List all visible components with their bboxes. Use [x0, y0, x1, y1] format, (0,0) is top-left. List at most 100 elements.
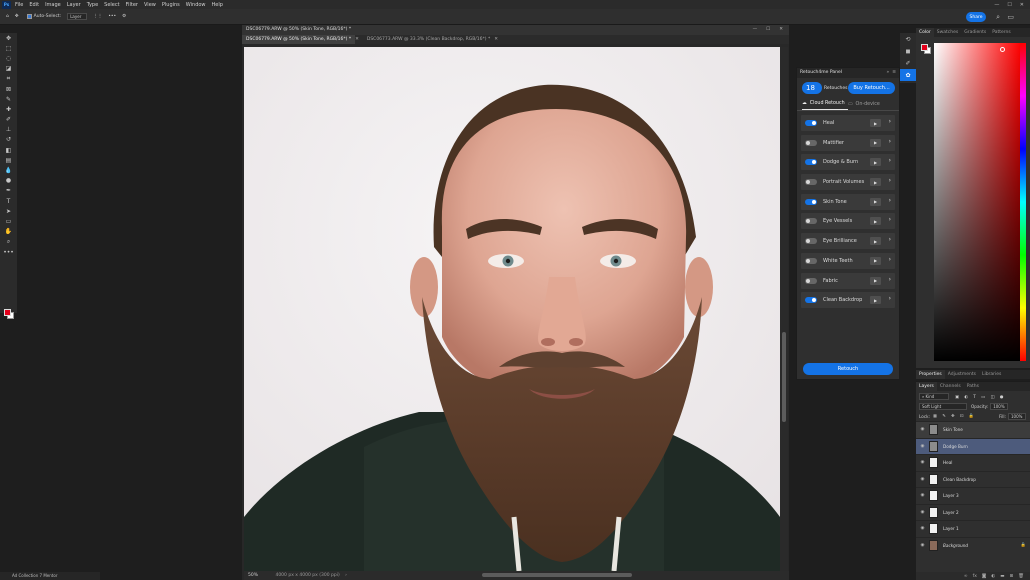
menu-edit[interactable]: Edit — [29, 2, 39, 8]
retouch-toggle[interactable] — [805, 179, 817, 186]
layer-row[interactable]: ◉ Layer 2 — [916, 503, 1030, 521]
tab-dsc06779[interactable]: DSC06779.ARW @ 50% (Skin Tone, RGB/16*) … — [242, 35, 356, 44]
retouch-toggle[interactable] — [805, 120, 817, 126]
edit-toolbar-icon[interactable]: ••• — [0, 247, 17, 257]
menu-type[interactable]: Type — [87, 2, 98, 8]
path-select-tool-icon[interactable]: ➤ — [0, 206, 17, 216]
retouch-toggle[interactable] — [805, 139, 817, 146]
layer-row[interactable]: ◉ Clean Backdrop — [916, 470, 1030, 488]
visibility-eye-icon[interactable]: ◉ — [916, 526, 929, 531]
mask-icon[interactable]: ◙ — [982, 574, 986, 579]
zoom-level[interactable]: 50% — [248, 573, 258, 578]
play-icon[interactable]: ▶ — [870, 276, 881, 285]
tab-paths[interactable]: Paths — [964, 382, 982, 391]
auto-select-target-select[interactable]: Layer — [67, 13, 88, 20]
close-tab-icon[interactable]: ✕ — [355, 35, 359, 44]
layer-row[interactable]: ◉ Heal — [916, 454, 1030, 471]
lasso-tool-icon[interactable]: ◌ — [0, 53, 17, 63]
retouch-item-row[interactable]: Portrait Volumes ▶ › — [801, 174, 895, 191]
chevron-right-icon[interactable]: › — [889, 118, 891, 125]
play-icon[interactable]: ▶ — [870, 217, 881, 226]
retouch-toggle[interactable] — [805, 218, 817, 225]
hue-slider[interactable] — [1020, 43, 1026, 361]
chevron-right-icon[interactable]: › — [889, 216, 891, 223]
menu-help[interactable]: Help — [212, 2, 223, 8]
retouch-toggle[interactable] — [805, 159, 817, 166]
visibility-eye-icon[interactable]: ◉ — [916, 543, 929, 548]
layer-row[interactable]: ◉ Dodge Burn — [916, 437, 1030, 454]
menu-image[interactable]: Image — [45, 2, 61, 8]
retouch-item-row[interactable]: Mattifier ▶ › — [801, 134, 895, 151]
marquee-tool-icon[interactable]: ⬚ — [0, 43, 17, 53]
stamp-tool-icon[interactable]: ⊥ — [0, 125, 17, 135]
chevron-right-icon[interactable]: › — [889, 256, 891, 263]
libraries-collapsed-tab[interactable]: Ad Collection 7 Mentor — [0, 572, 100, 580]
visibility-eye-icon[interactable]: ◉ — [916, 493, 929, 498]
layer-filter-kind-select[interactable]: ⌕ Kind — [919, 392, 949, 400]
tab-dsc06773[interactable]: DSC06773.ARW @ 33.3% (Clean Backdrop, RG… — [363, 35, 494, 44]
layer-name[interactable]: Background — [943, 543, 968, 548]
play-icon[interactable]: ▶ — [870, 197, 881, 206]
tab-color[interactable]: Color — [916, 28, 934, 37]
layer-name[interactable]: Layer 1 — [943, 526, 959, 531]
frame-tool-icon[interactable]: ⊠ — [0, 84, 17, 94]
chevron-right-icon[interactable]: › — [889, 197, 891, 204]
tab-on-device[interactable]: ▭ On-device — [848, 98, 894, 110]
play-icon[interactable]: ▶ — [870, 256, 881, 265]
visibility-eye-icon[interactable]: ◉ — [916, 427, 929, 432]
tab-swatches[interactable]: Swatches — [934, 28, 962, 37]
color-swatch-icon[interactable]: ◼ — [900, 45, 916, 57]
retouch-item-row[interactable]: Eye Brilliance ▶ › — [801, 233, 895, 250]
move-tool-icon[interactable]: ✥ — [15, 14, 19, 19]
layer-name[interactable]: Clean Backdrop — [943, 477, 976, 482]
document-info[interactable]: 4000 px x 4000 px (300 ppi) — [275, 573, 339, 578]
color-picker-cursor[interactable] — [1000, 47, 1005, 52]
chevron-right-icon[interactable]: › — [889, 236, 891, 243]
menu-plugins[interactable]: Plugins — [162, 2, 180, 8]
collapse-icon[interactable]: » — [886, 68, 889, 78]
move-tool-icon[interactable]: ✥ — [0, 33, 17, 43]
tab-gradients[interactable]: Gradients — [961, 28, 989, 37]
play-icon[interactable]: ▶ — [870, 296, 881, 305]
menu-layer[interactable]: Layer — [67, 2, 81, 8]
brush-settings-icon[interactable]: ✐ — [900, 57, 916, 69]
layer-row[interactable]: ◉ Background 🔒 — [916, 536, 1030, 554]
horizontal-scroll-thumb[interactable] — [482, 573, 632, 577]
eraser-tool-icon[interactable]: ◧ — [0, 145, 17, 155]
adjustment-layer-icon[interactable]: ◐ — [991, 574, 995, 579]
retouch-item-row[interactable]: Dodge & Burn ▶ › — [801, 154, 895, 171]
tab-adjustments[interactable]: Adjustments — [945, 370, 979, 379]
retouch-item-row[interactable]: Clean Backdrop ▶ › — [801, 292, 895, 309]
visibility-eye-icon[interactable]: ◉ — [916, 444, 929, 449]
crop-tool-icon[interactable]: ⌗ — [0, 74, 17, 84]
object-select-tool-icon[interactable]: ◪ — [0, 64, 17, 74]
blur-tool-icon[interactable]: 💧 — [0, 165, 17, 175]
retouch-item-row[interactable]: Eye Vessels ▶ › — [801, 213, 895, 230]
fill-input[interactable]: 100% — [1008, 412, 1026, 420]
close-icon[interactable]: ✕ — [1020, 2, 1024, 8]
new-layer-icon[interactable]: ⊞ — [1010, 574, 1014, 579]
layer-filter-icons[interactable]: ▣ ◐ T ▭ ◫ ● — [955, 394, 1005, 399]
menu-filter[interactable]: Filter — [126, 2, 138, 8]
layer-row[interactable]: ◉ Layer 1 — [916, 520, 1030, 537]
chevron-right-icon[interactable]: › — [889, 295, 891, 302]
zoom-tool-icon[interactable]: ⌕ — [0, 237, 17, 247]
retouch-item-row[interactable]: White Teeth ▶ › — [801, 252, 895, 269]
layer-name[interactable]: Layer 3 — [943, 493, 959, 498]
chevron-right-icon[interactable]: › — [889, 177, 891, 184]
layer-name[interactable]: Heal — [943, 460, 952, 465]
history-icon[interactable]: ⟲ — [900, 33, 916, 45]
status-chevron-icon[interactable]: › — [345, 573, 347, 578]
maximize-icon[interactable]: ☐ — [1007, 2, 1011, 8]
vertical-scrollbar[interactable] — [780, 47, 788, 571]
close-icon[interactable]: ✕ — [779, 25, 783, 35]
retouch-toggle[interactable] — [805, 297, 817, 304]
shape-tool-icon[interactable]: ▭ — [0, 216, 17, 226]
retouch-item-row[interactable]: Heal ▶ › — [801, 115, 895, 131]
gradient-tool-icon[interactable]: ▤ — [0, 155, 17, 165]
retouch-toggle[interactable] — [805, 238, 817, 245]
eyedropper-tool-icon[interactable]: ✎ — [0, 94, 17, 104]
play-icon[interactable]: ▶ — [870, 158, 881, 167]
history-brush-tool-icon[interactable]: ↺ — [0, 135, 17, 145]
close-tab-icon[interactable]: ✕ — [494, 35, 498, 44]
